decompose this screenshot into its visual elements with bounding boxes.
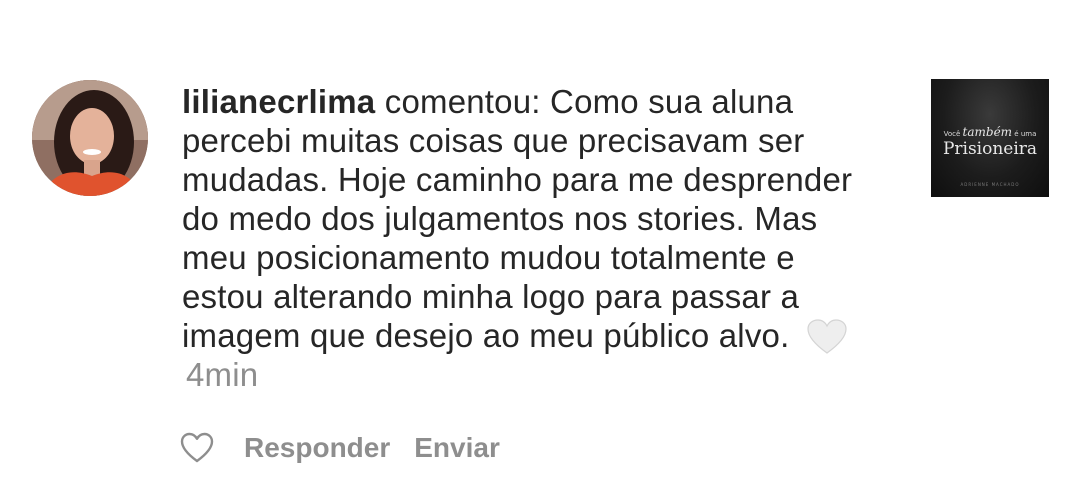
comment-timestamp: 4min <box>186 356 259 393</box>
post-thumbnail[interactable]: Você também é uma Prisioneira ADRIENNE M… <box>931 79 1049 197</box>
avatar-photo <box>32 80 148 196</box>
reply-button[interactable]: Responder <box>244 432 390 464</box>
thumbnail-title: Prisioneira <box>942 139 1038 159</box>
comment-actions: Responder Enviar <box>180 428 524 468</box>
comment-verb: comentou: <box>384 83 541 120</box>
comment-text: Como sua aluna percebi muitas coisas que… <box>182 83 853 354</box>
thumbnail-footer: ADRIENNE MACHADO <box>960 182 1020 187</box>
heart-emoji-icon <box>807 319 847 355</box>
comment-username[interactable]: lilianecrlima <box>182 83 375 120</box>
comment-body: lilianecrlima comentou: Como sua aluna p… <box>182 82 882 394</box>
thumbnail-line1: Você também é uma <box>943 125 1037 139</box>
heart-outline-icon[interactable] <box>180 432 214 464</box>
avatar[interactable] <box>32 80 148 196</box>
send-button[interactable]: Enviar <box>414 432 500 464</box>
